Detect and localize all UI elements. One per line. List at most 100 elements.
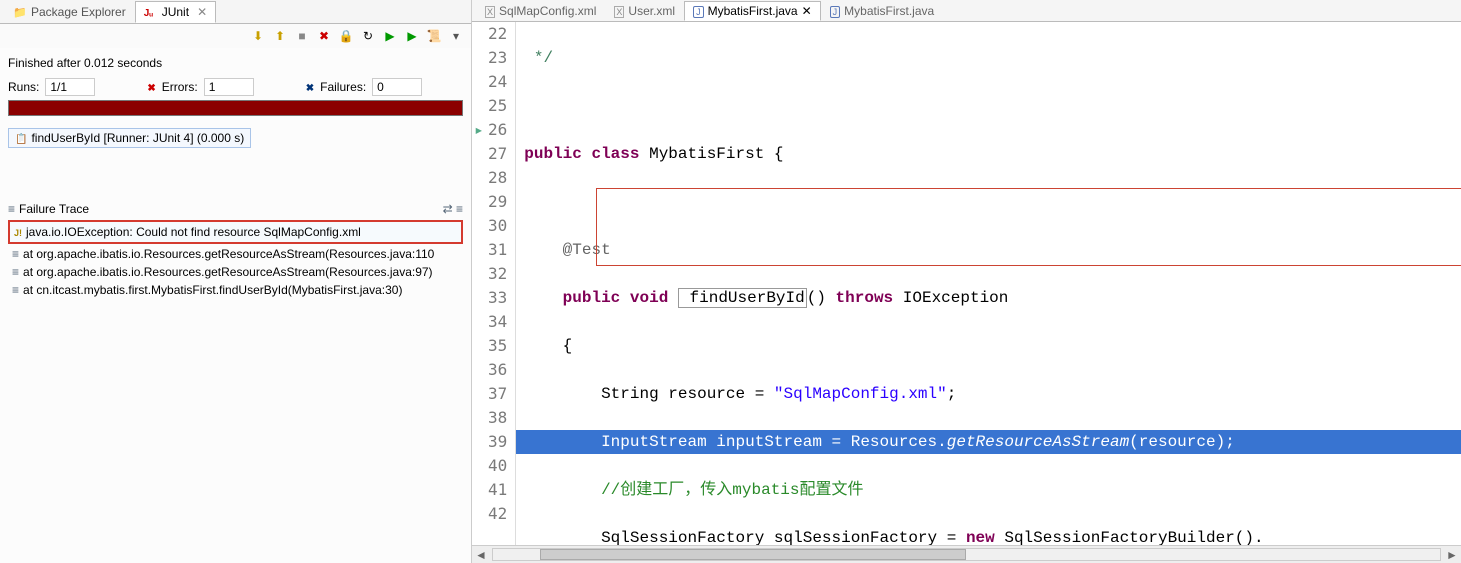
line-number: 22	[488, 22, 507, 46]
tab-junit[interactable]: JUnit ✕	[135, 1, 216, 23]
left-tab-bar: Package Explorer JUnit ✕	[0, 0, 471, 24]
failure-trace-title: Failure Trace	[19, 202, 89, 216]
stack-line-icon	[12, 283, 19, 297]
failures-label: Failures:	[320, 80, 366, 94]
tab-package-explorer[interactable]: Package Explorer	[4, 1, 135, 23]
warning-icon	[14, 225, 22, 239]
rerun-icon[interactable]: ↻	[359, 27, 377, 45]
line-number: 40	[488, 454, 507, 478]
code-text: MybatisFirst {	[639, 145, 783, 163]
history-icon[interactable]: 📜	[425, 27, 443, 45]
line-number: 35	[488, 334, 507, 358]
selected-line: InputStream inputStream = Resources.getR…	[516, 430, 1461, 454]
trace-text: at cn.itcast.mybatis.first.MybatisFirst.…	[23, 283, 402, 297]
filter-icon[interactable]	[456, 202, 463, 216]
run-icon[interactable]: ▶	[403, 27, 421, 45]
stop-icon[interactable]: ■	[293, 27, 311, 45]
trace-row[interactable]: at org.apache.ibatis.io.Resources.getRes…	[8, 263, 463, 281]
view-menu-icon[interactable]: ▾	[447, 27, 465, 45]
xml-icon	[485, 4, 495, 18]
editor-tab-label: MybatisFirst.java	[844, 4, 934, 18]
rerun-failed-icon[interactable]: ▶	[381, 27, 399, 45]
errors-label: Errors:	[162, 80, 198, 94]
runs-label: Runs:	[8, 80, 39, 94]
editor-tab-label: SqlMapConfig.xml	[499, 4, 596, 18]
editor-pane: SqlMapConfig.xml User.xml MybatisFirst.j…	[472, 0, 1461, 563]
code-text: getResourceAsStream	[947, 433, 1129, 451]
trace-row[interactable]: at cn.itcast.mybatis.first.MybatisFirst.…	[8, 281, 463, 299]
code-text	[516, 190, 1461, 214]
code-text: 配置文件	[800, 481, 864, 499]
editor-tab-label: MybatisFirst.java	[708, 4, 798, 18]
line-number: 30	[488, 214, 507, 238]
code-text: mybatis	[732, 481, 799, 499]
failure-trace-list: java.io.IOException: Could not find reso…	[8, 220, 463, 299]
code-area[interactable]: */ public class MybatisFirst { @Test pub…	[516, 22, 1461, 545]
code-text: */	[524, 49, 553, 67]
code-text: new	[966, 529, 995, 545]
runs-value: 1/1	[45, 78, 95, 96]
line-number: 24	[488, 70, 507, 94]
code-text: SqlSessionFactory sqlSessionFactory =	[524, 529, 966, 545]
trace-exception-row[interactable]: java.io.IOException: Could not find reso…	[8, 220, 463, 244]
close-icon[interactable]: ✕	[197, 5, 207, 19]
compare-icon[interactable]	[443, 202, 453, 216]
tab-label: Package Explorer	[31, 5, 126, 19]
code-text: //创建工厂，传入	[524, 481, 732, 499]
scroll-right-icon[interactable]: ►	[1443, 546, 1461, 563]
junit-icon	[144, 5, 158, 19]
scroll-left-icon[interactable]: ◄	[472, 546, 490, 563]
line-number: 26	[488, 118, 507, 142]
trace-text: java.io.IOException: Could not find reso…	[26, 225, 361, 239]
stack-line-icon	[12, 247, 19, 261]
scroll-thumb[interactable]	[540, 549, 966, 560]
trace-row[interactable]: at org.apache.ibatis.io.Resources.getRes…	[8, 245, 463, 263]
code-text: (resource);	[1129, 433, 1235, 451]
line-number: 36	[488, 358, 507, 382]
code-text: IOException	[893, 289, 1008, 307]
close-icon[interactable]: ✕	[802, 4, 812, 18]
finished-text: Finished after 0.012 seconds	[8, 56, 463, 70]
tab-label: JUnit	[162, 5, 189, 19]
editor-tab-user[interactable]: User.xml	[605, 1, 684, 21]
code-editor[interactable]: 22 23 24 25 26 27 28 29 30 31 32 33 34 3…	[472, 22, 1461, 545]
error-icon	[147, 80, 155, 94]
test-result-item[interactable]: findUserById [Runner: JUnit 4] (0.000 s)	[8, 128, 251, 148]
code-text: @Test	[524, 241, 610, 259]
code-text: "SqlMapConfig.xml"	[774, 385, 947, 403]
stack-trace-icon	[8, 202, 15, 216]
stats-row: Runs: 1/1 Errors: 1 Failures: 0	[8, 78, 463, 96]
errors-value: 1	[204, 78, 254, 96]
horizontal-scrollbar[interactable]: ◄ ►	[472, 545, 1461, 563]
scroll-track[interactable]	[492, 548, 1441, 561]
trace-text: at org.apache.ibatis.io.Resources.getRes…	[23, 247, 434, 261]
show-failures-icon[interactable]: ✖	[315, 27, 333, 45]
code-text: public	[524, 145, 582, 163]
line-number: 34	[488, 310, 507, 334]
code-text: SqlSessionFactoryBuilder().	[995, 529, 1264, 545]
code-text: ;	[947, 385, 957, 403]
code-text: public	[524, 289, 620, 307]
code-text: void	[620, 289, 668, 307]
package-icon	[13, 5, 27, 19]
code-text: ()	[807, 289, 826, 307]
failures-value: 0	[372, 78, 422, 96]
xml-icon	[614, 4, 624, 18]
editor-tab-mybatisfirst-active[interactable]: MybatisFirst.java ✕	[684, 1, 821, 21]
code-text: findUserById	[678, 288, 807, 308]
editor-tab-sqlmapconfig[interactable]: SqlMapConfig.xml	[476, 1, 605, 21]
scroll-lock-icon[interactable]: 🔒	[337, 27, 355, 45]
line-gutter: 22 23 24 25 26 27 28 29 30 31 32 33 34 3…	[472, 22, 516, 545]
prev-failure-icon[interactable]: ⬆	[271, 27, 289, 45]
editor-tab-mybatisfirst-2[interactable]: MybatisFirst.java	[821, 1, 944, 21]
code-text: throws	[826, 289, 893, 307]
line-number: 42	[488, 502, 507, 526]
line-number: 28	[488, 166, 507, 190]
editor-tab-bar: SqlMapConfig.xml User.xml MybatisFirst.j…	[472, 0, 1461, 22]
progress-bar	[8, 100, 463, 116]
line-number: 38	[488, 406, 507, 430]
line-number: 32	[488, 262, 507, 286]
test-icon	[15, 131, 27, 145]
next-failure-icon[interactable]: ⬇	[249, 27, 267, 45]
line-number: 39	[488, 430, 507, 454]
